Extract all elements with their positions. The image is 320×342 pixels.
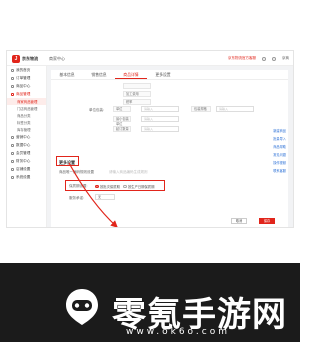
help-links: 新建商品 批量导入 商品帮助 常见问题 操作视频 联系客服: [273, 128, 286, 173]
sidebar-item-home[interactable]: 我的首页: [7, 66, 46, 74]
spec-input[interactable]: 请输入: [216, 106, 254, 112]
sku-rule-hint: 请输入商品编码生成规则: [109, 170, 148, 174]
gamepad-logo-icon: [66, 289, 98, 325]
data-icon: [11, 143, 14, 147]
more-settings-title[interactable]: 更多设置: [59, 160, 75, 166]
order-qty-cell: 起订数量: [113, 126, 131, 132]
top-bar: J 京东物流 商家中心 京东物流官方客服 京商: [7, 51, 293, 66]
goods-icon: [11, 84, 14, 88]
box-icon: [11, 92, 14, 96]
unit-cell: 单位: [113, 106, 131, 112]
min-unit-cell: 最小包装单位: [113, 116, 131, 126]
radio-selected-icon: [95, 184, 99, 189]
row-process-fee: 加工费用: [123, 91, 151, 97]
main-panel: 基本信息 销售信息 商品详情 更多设置 加工费用 税率 单位包装: 单位 请输入…: [51, 70, 288, 227]
bell-icon[interactable]: [262, 56, 266, 61]
tab-basic[interactable]: 基本信息: [51, 70, 83, 79]
sidebar: 我的首页 订单管理 商品中心 商品管理 商家商品管理 门店商品管理 商品分类 标…: [7, 66, 47, 227]
spec-cell: 包装规格: [191, 106, 211, 112]
row-top: [123, 83, 151, 89]
order-icon: [11, 76, 14, 80]
sidebar-item-goods-center[interactable]: 商品中心: [7, 82, 46, 90]
expire-option-date[interactable]: 按生产日期保质期: [123, 184, 154, 189]
product-name: 商家中心: [49, 56, 65, 61]
sidebar-item-members[interactable]: 会员管理: [7, 149, 46, 157]
sidebar-item-data[interactable]: 数据中心: [7, 141, 46, 149]
tab-sales[interactable]: 销售信息: [83, 70, 115, 79]
sidebar-sub-stock[interactable]: 库存管理: [7, 126, 46, 133]
expire-label: 保质期设置:: [69, 184, 88, 188]
help-link[interactable]: 常见问题: [273, 152, 286, 157]
help-link[interactable]: 联系客服: [273, 168, 286, 173]
browser-window: J 京东物流 商家中心 京东物流官方客服 京商 我的首页 订单管理 商品中心 商…: [6, 50, 294, 228]
marketing-icon: [11, 135, 14, 139]
sku-rule-label: 商品唯一编码规则设置: [59, 170, 94, 174]
tab-detail[interactable]: 商品详情: [115, 70, 147, 79]
watermark-band: 零氪手游网 www.ok6o.com: [0, 263, 300, 342]
unit-input[interactable]: 请输入: [141, 106, 179, 112]
service-link[interactable]: 京东物流官方客服: [228, 56, 256, 61]
jd-logo-icon: J: [12, 55, 20, 63]
brand[interactable]: J 京东物流: [12, 55, 38, 63]
service-select[interactable]: 无: [95, 194, 115, 200]
sidebar-sub-category[interactable]: 商品分类: [7, 112, 46, 119]
home-icon: [11, 68, 14, 72]
radio-unselected-icon: [123, 184, 127, 189]
members-icon: [11, 151, 14, 155]
sidebar-item-system[interactable]: 系统设置: [7, 173, 46, 181]
sidebar-item-marketing[interactable]: 营销中心: [7, 133, 46, 141]
message-icon[interactable]: [272, 56, 276, 61]
sidebar-item-goods-manage[interactable]: 商品管理: [7, 90, 46, 98]
sidebar-item-shop[interactable]: 店铺设置: [7, 165, 46, 173]
order-qty-input[interactable]: 请输入: [141, 126, 179, 132]
save-button[interactable]: 保存: [259, 218, 275, 224]
sidebar-item-finance[interactable]: 财务中心: [7, 157, 46, 165]
watermark-url: www.ok6o.com: [126, 327, 230, 337]
brand-name: 京东物流: [22, 56, 38, 61]
sidebar-sub-tags[interactable]: 标签分类: [7, 119, 46, 126]
help-link[interactable]: 新建商品: [273, 128, 286, 133]
expire-option-batch[interactable]: 按批次保质期: [95, 184, 120, 189]
row-tax: 税率: [123, 99, 151, 105]
help-link[interactable]: 商品帮助: [273, 144, 286, 149]
unit-label: 单位包装:: [89, 108, 104, 112]
gear-icon: [11, 175, 14, 179]
finance-icon: [11, 159, 14, 163]
cancel-button[interactable]: 取消: [231, 218, 247, 224]
min-unit-input[interactable]: 请输入: [141, 116, 179, 122]
sidebar-sub-merchant-goods[interactable]: 商家商品管理: [7, 98, 46, 105]
tab-bar: 基本信息 销售信息 商品详情 更多设置: [51, 70, 288, 80]
help-link[interactable]: 批量导入: [273, 136, 286, 141]
tab-more[interactable]: 更多设置: [147, 70, 179, 79]
help-link[interactable]: 操作视频: [273, 160, 286, 165]
sidebar-sub-store-goods[interactable]: 门店商品管理: [7, 105, 46, 112]
sidebar-item-orders[interactable]: 订单管理: [7, 74, 46, 82]
user-menu[interactable]: 京商: [282, 56, 289, 61]
shop-icon: [11, 167, 14, 171]
service-label: 服务承诺:: [69, 196, 84, 200]
